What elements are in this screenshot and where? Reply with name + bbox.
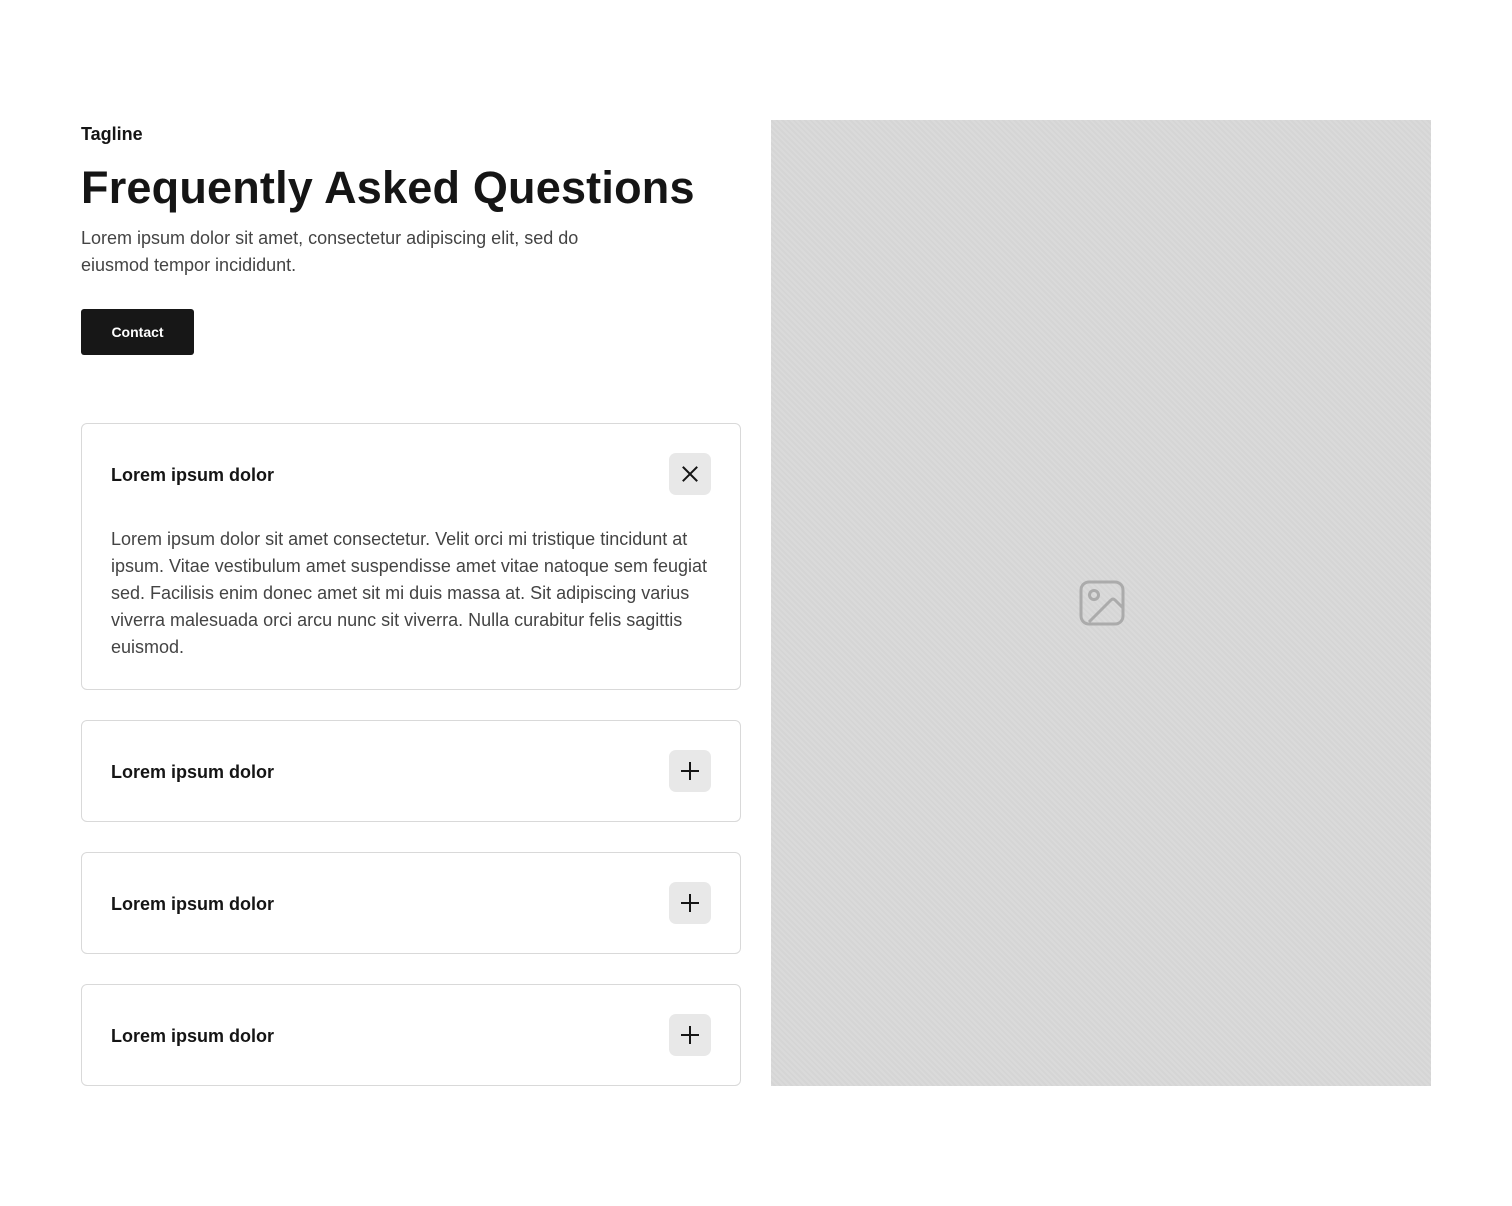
faq-item-2: Lorem ipsum dolor — [81, 720, 741, 822]
faq-item-3: Lorem ipsum dolor — [81, 852, 741, 954]
plus-icon — [681, 1026, 699, 1044]
plus-icon — [681, 894, 699, 912]
faq-answer: Lorem ipsum dolor sit amet consectetur. … — [111, 529, 707, 657]
image-icon — [1079, 580, 1125, 626]
faq-question[interactable]: Lorem ipsum dolor — [111, 892, 274, 916]
page-subtitle: Lorem ipsum dolor sit amet, consectetur … — [81, 228, 579, 275]
faq-expand-button[interactable] — [669, 1014, 711, 1056]
tagline: Tagline — [81, 124, 143, 144]
faq-expand-button[interactable] — [669, 882, 711, 924]
close-icon — [682, 466, 698, 482]
faq-question[interactable]: Lorem ipsum dolor — [111, 463, 274, 487]
faq-collapse-button[interactable] — [669, 453, 711, 495]
faq-item-4: Lorem ipsum dolor — [81, 984, 741, 1086]
faq-expand-button[interactable] — [669, 750, 711, 792]
contact-button[interactable]: Contact — [81, 309, 194, 355]
faq-question[interactable]: Lorem ipsum dolor — [111, 760, 274, 784]
image-placeholder — [771, 120, 1431, 1086]
faq-section: Tagline Frequently Asked Questions Lorem… — [0, 0, 1512, 1206]
faq-question[interactable]: Lorem ipsum dolor — [111, 1024, 274, 1048]
faq-item-1: Lorem ipsum dolor Lorem ipsum dolor sit … — [81, 423, 741, 690]
plus-icon — [681, 762, 699, 780]
page-title: Frequently Asked Questions — [81, 162, 695, 213]
